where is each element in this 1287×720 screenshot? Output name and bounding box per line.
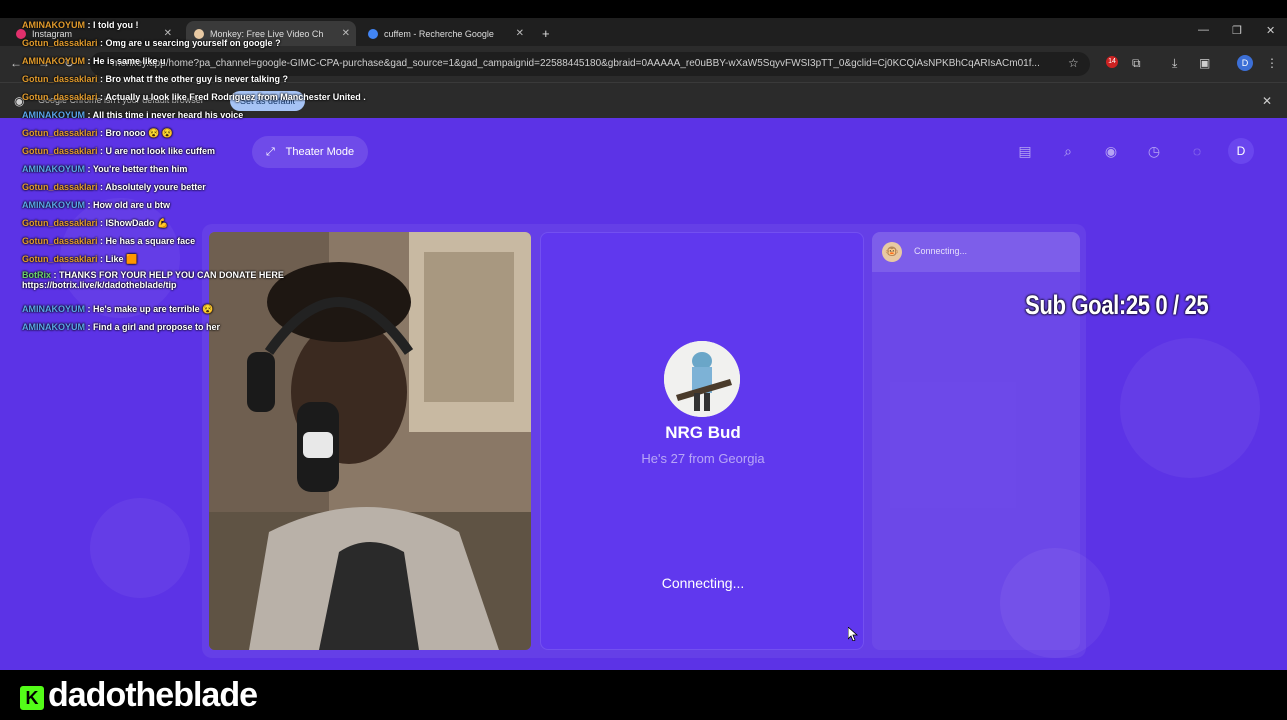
extension-badge[interactable]: 14 [1106,56,1118,68]
monkey-face-icon[interactable]: ◉ [1100,140,1122,162]
search-icon[interactable]: ⌕ [1057,140,1079,162]
side-panel-header: 🐵 Connecting... [872,232,1080,272]
chat-message: BotRix : THANKS FOR YOUR HELP YOU CAN DO… [22,270,284,290]
minimize-icon[interactable]: — [1198,24,1209,36]
chat-message: Gotun_dassaklari : Bro what tf the other… [22,74,289,84]
webcam-image [209,232,531,650]
peer-subtitle: He's 27 from Georgia [641,451,765,466]
shop-icon[interactable]: ▤ [1014,140,1036,162]
chat-message: Gotun_dassaklari : Bro nooo 😵 😵 [22,128,173,138]
back-icon[interactable]: ← [10,56,22,70]
chat-message: Gotun_dassaklari : Absolutely youre bett… [22,182,206,192]
peer-avatar-image [664,341,740,417]
sub-goal-overlay: Sub Goal:25 0 / 25 [1025,290,1209,320]
close-icon[interactable]: ✕ [342,28,350,39]
chat-message: Gotun_dassaklari : Omg are u searcing yo… [22,38,281,48]
top-black-bar [0,0,1287,18]
chat-message: Gotun_dassaklari : He has a square face [22,236,196,246]
chat-message: AMINAKOYUM : I told you ! [22,20,139,30]
peer-panel: NRG Bud He's 27 from Georgia Connecting.… [540,232,864,650]
chat-message: AMINAKOYUM : Find a girl and propose to … [22,322,221,332]
restore-icon[interactable]: ❐ [1232,24,1242,37]
menu-icon[interactable]: ⋮ [1266,56,1278,70]
chat-message: AMINAKOYUM : All this time i never heard… [22,110,244,120]
profile-avatar[interactable]: D [1237,55,1253,71]
close-icon[interactable]: ✕ [516,28,524,39]
history-icon[interactable]: ◷ [1143,140,1165,162]
connecting-status: Connecting... [661,575,745,591]
background-blob [90,498,190,598]
background-blob [1120,338,1260,478]
streamer-name: dadotheblade [48,676,258,714]
chat-message: Gotun_dassaklari : IShowDado 💪 [22,218,169,228]
webcam-feed [209,232,531,650]
url-input[interactable]: monkey.app/home?pa_channel=google-GIMC-C… [90,52,1090,76]
google-icon [368,28,378,39]
tab-google[interactable]: cuffem - Recherche Google ✕ [360,21,530,46]
close-window-icon[interactable]: ✕ [1266,24,1275,37]
tab-title: cuffem - Recherche Google [384,28,494,39]
instagram-icon [16,28,26,39]
kick-logo-icon: K [18,684,46,712]
star-icon[interactable]: ☆ [1068,56,1079,70]
theater-mode-label: Theater Mode [285,146,355,158]
screen: Instagram ✕ Monkey: Free Live Video Ch ✕… [0,0,1287,720]
tab-title: Instagram [32,28,73,39]
chat-message: AMINAKOYUM : He's make up are terrible 😵 [22,304,214,314]
monkey-icon: 🐵 [882,242,902,262]
chat-message: AMINAKOYUM : How old are u btw [22,200,171,210]
user-avatar[interactable]: D [1228,138,1254,164]
side-panel-status: Connecting... [914,246,968,256]
mouse-cursor-icon [848,627,858,641]
chat-message: AMINAKOYUM : You're better then him [22,164,188,174]
expand-icon: ⤢ [266,146,275,158]
monkey-icon [194,28,204,39]
chat-message: Gotun_dassaklari : U are not look like c… [22,146,216,156]
chat-icon[interactable]: ◌ [1186,140,1208,162]
chat-message: Gotun_dassaklari : Like 🟧 [22,254,138,264]
chat-message: AMINAKOYUM : He is same like u [22,56,166,66]
theater-mode-button[interactable]: ⤢ Theater Mode [252,136,369,168]
tab-title: Monkey: Free Live Video Ch [210,28,324,39]
download-icon[interactable]: ⤓ [1172,56,1177,71]
new-tab-button[interactable]: + [536,21,560,46]
extensions-icon[interactable]: ⧉ [1132,56,1141,71]
chat-message: Gotun_dassaklari : Actually u look like … [22,92,366,102]
peer-avatar [664,341,740,417]
sidepanel-icon[interactable]: ▣ [1199,56,1210,70]
close-icon[interactable]: ✕ [1262,94,1272,108]
peer-name: NRG Bud [665,423,741,442]
